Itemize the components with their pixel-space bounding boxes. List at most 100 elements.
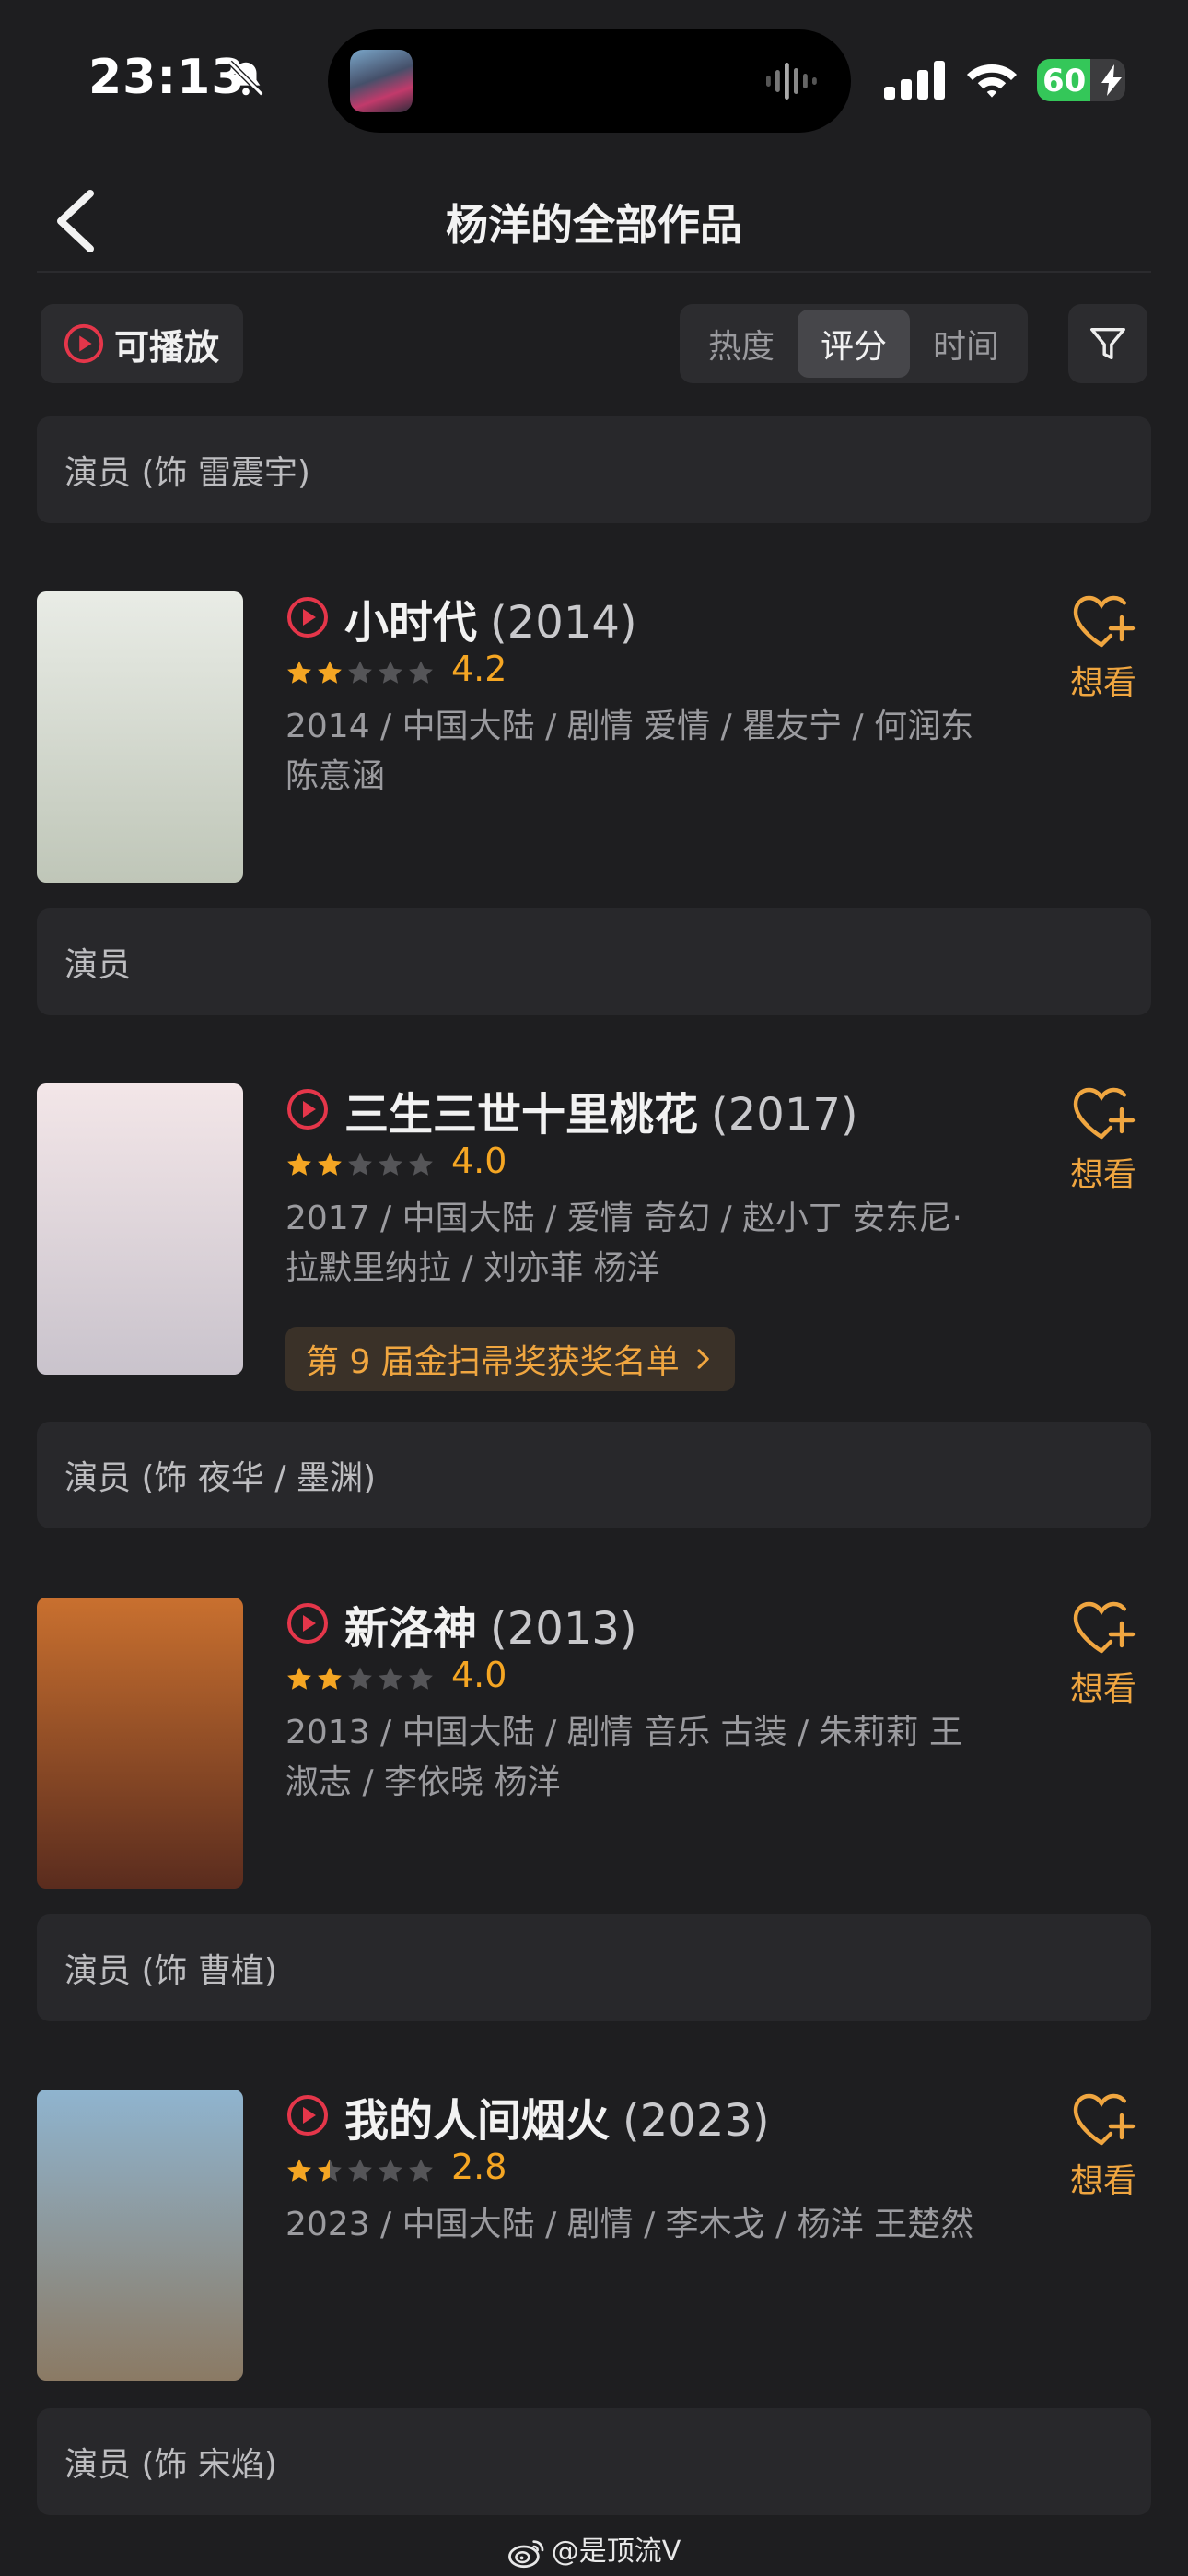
rating-score: 4.2 [451,649,507,689]
work-title[interactable]: 三生三世十里桃花 (2017) [344,1078,858,1142]
wifi-icon [967,64,1017,98]
star-icon [379,661,402,684]
star-icon [287,1153,311,1176]
work-year: (2014) [490,597,637,649]
heart-plus-icon [1073,595,1136,648]
bell-muted-icon [227,60,264,97]
work-name: 新洛神 [344,1603,478,1655]
star-icon [318,661,342,684]
work-year: (2013) [490,1603,637,1655]
play-circle-icon [287,2095,328,2136]
status-bar: 23:13 60 [0,0,1188,138]
heart-plus-icon [1073,1087,1136,1140]
want-to-watch-label: 想看 [1069,664,1136,702]
star-icon [409,2159,433,2182]
star-rating [287,1667,433,1690]
battery-percent: 60 [1042,63,1087,100]
funnel-filter-icon [1090,327,1125,360]
star-icon [287,661,311,684]
star-icon [348,2159,372,2182]
movie-poster[interactable] [37,2090,243,2381]
work-item[interactable]: 小时代 (2014) 4.2 2014 / 中国大陆 / 剧情 爱情 / 瞿友宁 … [0,591,1188,886]
star-icon [287,1667,311,1690]
star-icon [409,1153,433,1176]
want-to-watch-button[interactable]: 想看 [1057,591,1149,704]
star-rating [287,2159,433,2182]
now-playing-artwork [350,50,413,112]
star-icon [318,2159,342,2182]
movie-poster[interactable] [37,1598,243,1889]
movie-poster[interactable] [37,1083,243,1375]
rating-score: 4.0 [451,1655,507,1695]
want-to-watch-label: 想看 [1069,2162,1136,2200]
playable-filter-button[interactable]: 可播放 [41,304,243,383]
work-item[interactable]: 新洛神 (2013) 4.0 2013 / 中国大陆 / 剧情 音乐 古装 / 朱… [0,1598,1188,1892]
filter-button[interactable] [1068,304,1147,383]
play-circle-icon [287,1603,328,1644]
sort-tab-time[interactable]: 时间 [910,310,1022,378]
page-title: 杨洋的全部作品 [446,200,742,250]
work-meta: 2023 / 中国大陆 / 剧情 / 李木戈 / 杨洋 王楚然 [285,2206,974,2243]
sort-tab-popularity[interactable]: 热度 [685,310,798,378]
heart-plus-icon [1073,1601,1136,1654]
playable-filter-label: 可播放 [114,326,220,368]
work-item[interactable]: 三生三世十里桃花 (2017) 4.0 2017 / 中国大陆 / 爱情 奇幻 /… [0,1083,1188,1391]
work-title[interactable]: 我的人间烟火 (2023) [344,2084,770,2149]
battery-indicator: 60 [1037,59,1125,101]
work-meta: 2013 / 中国大陆 / 剧情 音乐 古装 / 朱莉莉 王淑志 / 李依晓 杨… [285,1714,962,1801]
movie-poster[interactable] [37,591,243,883]
role-bar: 演员 (饰 夜华 / 墨渊) [37,1422,1151,1528]
work-name: 我的人间烟火 [344,2095,611,2147]
star-icon [348,1667,372,1690]
rating-score: 4.0 [451,1141,507,1181]
award-link[interactable]: 第 9 届金扫帚奖获奖名单 [285,1327,735,1391]
want-to-watch-button[interactable]: 想看 [1057,1598,1149,1710]
star-icon [379,1667,402,1690]
want-to-watch-label: 想看 [1069,1670,1136,1708]
watermark: @是顶流V [0,2528,1188,2569]
star-icon [409,1667,433,1690]
status-time: 23:13 [88,50,246,105]
charging-bolt-icon [1101,64,1122,96]
award-label: 第 9 届金扫帚奖获奖名单 [306,1343,680,1381]
audio-waveform-icon [766,63,817,100]
heart-plus-icon [1073,2093,1136,2146]
role-bar: 演员 (饰 宋焰) [37,2408,1151,2515]
chevron-right-icon [697,1349,709,1369]
watermark-text: @是顶流V [551,2535,681,2568]
work-title[interactable]: 小时代 (2014) [344,586,637,650]
star-rating [287,661,433,684]
star-icon [318,1667,342,1690]
star-icon [409,661,433,684]
work-name: 三生三世十里桃花 [344,1089,699,1141]
role-bar: 演员 (饰 曹植) [37,1914,1151,2021]
role-bar: 演员 (饰 雷震宇) [37,416,1151,523]
sort-segmented-control: 热度 评分 时间 [680,304,1028,383]
dynamic-island[interactable] [328,29,851,133]
work-item[interactable]: 我的人间烟火 (2023) 2.8 2023 / 中国大陆 / 剧情 / 李木戈 … [0,2090,1188,2384]
nav-divider [37,271,1151,273]
sort-tab-rating[interactable]: 评分 [798,310,910,378]
work-title[interactable]: 新洛神 (2013) [344,1592,637,1657]
play-circle-icon [287,1089,328,1130]
want-to-watch-button[interactable]: 想看 [1057,1083,1149,1196]
work-meta: 2017 / 中国大陆 / 爱情 奇幻 / 赵小丁 安东尼·拉默里纳拉 / 刘亦… [285,1200,962,1287]
star-icon [379,2159,402,2182]
work-year: (2017) [711,1089,858,1141]
work-meta: 2014 / 中国大陆 / 剧情 爱情 / 瞿友宁 / 何润东 陈意涵 [285,708,974,795]
star-rating [287,1153,433,1176]
work-name: 小时代 [344,597,478,649]
play-circle-icon [287,597,328,638]
star-icon [318,1153,342,1176]
weibo-logo-icon [507,2539,544,2568]
work-year: (2023) [623,2095,770,2147]
star-icon [287,2159,311,2182]
star-icon [348,1153,372,1176]
star-icon [348,661,372,684]
want-to-watch-button[interactable]: 想看 [1057,2090,1149,2202]
play-circle-icon [64,323,104,364]
cellular-signal-icon [884,61,945,100]
rating-score: 2.8 [451,2147,507,2187]
role-bar: 演员 [37,908,1151,1015]
star-icon [379,1153,402,1176]
